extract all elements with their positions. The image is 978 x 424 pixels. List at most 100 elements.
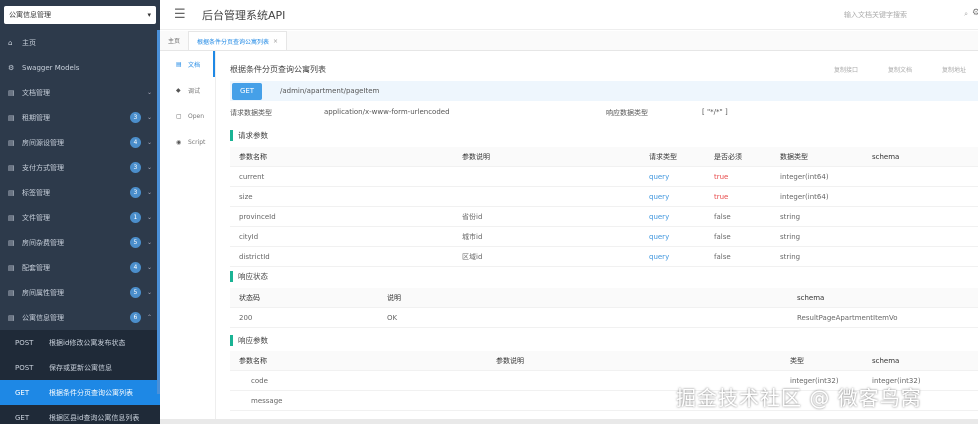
count-badge: 3 xyxy=(129,162,141,173)
sidebar-item[interactable]: ⌂ 主页 xyxy=(0,30,160,55)
section-bar xyxy=(230,130,233,141)
table-cell: false xyxy=(714,253,731,261)
chevron-icon[interactable]: ⌄ xyxy=(147,139,152,146)
sidebar-item[interactable]: ⚙ Swagger Models xyxy=(0,55,160,80)
chevron-icon[interactable]: ⌄ xyxy=(147,114,152,121)
table-row: current query true integer(int64) xyxy=(230,167,978,187)
doc-main: 根据条件分页查询公寓列表 复制接口 复制文档 复制地址 GET /admin/a… xyxy=(218,51,978,424)
subnav-item[interactable]: ▢ Open xyxy=(160,103,215,129)
table-cell: integer(int64) xyxy=(780,193,829,201)
subnav-label: 文档 xyxy=(188,61,201,69)
subnav-icon: ▤ xyxy=(176,60,182,68)
count-badge: 3 xyxy=(129,187,141,198)
count-badge: 5 xyxy=(129,237,141,248)
chevron-icon[interactable]: ⌃ xyxy=(147,314,152,321)
menu-item-icon: ▤ xyxy=(8,288,15,297)
submenu-list: POST 根据id修改公寓发布状态 POST 保存或更新公寓信息 GET 根据条件分页查询… xyxy=(0,330,160,424)
sidebar-item[interactable]: ▤ 租期管理 3 ⌄ xyxy=(0,105,160,130)
submenu-item[interactable]: POST 根据id修改公寓发布状态 xyxy=(0,330,160,355)
header-cell: schema xyxy=(797,294,825,302)
sidebar-item-label: 公寓信息管理 xyxy=(22,313,64,322)
chevron-icon[interactable]: ⌄ xyxy=(147,264,152,271)
table-cell: 省份id xyxy=(462,213,483,221)
count-badge: 4 xyxy=(129,137,141,148)
header-cell: 类型 xyxy=(790,357,804,365)
submenu-item[interactable]: GET 根据条件分页查询公寓列表 xyxy=(0,380,160,405)
settings-icon[interactable]: ⚙ xyxy=(972,8,978,18)
sidebar-item[interactable]: ▤ 房间源设管理 4 ⌄ xyxy=(0,130,160,155)
tab-home[interactable]: 主页 xyxy=(160,31,188,50)
sidebar-item-label: 房间源设管理 xyxy=(22,138,64,147)
copy-doc-button[interactable]: 复制文档 xyxy=(888,65,912,74)
subnav-label: Script xyxy=(188,138,206,146)
table-cell: 200 xyxy=(239,314,253,322)
table-cell: string xyxy=(780,213,801,221)
header-cell: 数据类型 xyxy=(780,153,808,161)
sidebar-item[interactable]: ▤ 房间属性管理 5 ⌄ xyxy=(0,280,160,305)
menu-item-icon: ▤ xyxy=(8,213,15,222)
copy-api-button[interactable]: 复制接口 xyxy=(834,65,858,74)
table-cell: true xyxy=(714,193,729,201)
sidebar-item-label: 文档管理 xyxy=(22,88,50,97)
search-input[interactable]: 输入文档关键字搜索 ⌕ xyxy=(844,6,968,23)
search-icon[interactable]: ⌕ xyxy=(964,10,968,19)
sidebar-item[interactable]: ▤ 公寓信息管理 6 ⌃ xyxy=(0,305,160,330)
method-badge[interactable]: GET xyxy=(232,82,262,100)
sidebar-item-label: Swagger Models xyxy=(22,63,80,72)
section-label: 响应参数 xyxy=(238,336,268,345)
chevron-icon[interactable]: ⌄ xyxy=(147,89,152,96)
sidebar-item-label: 主页 xyxy=(22,38,36,47)
sidebar-item[interactable]: ▤ 文档管理 ⌄ xyxy=(0,80,160,105)
subnav-item[interactable]: ▤ 文档 xyxy=(160,51,215,77)
sidebar-item[interactable]: ▤ 房间杂费管理 5 ⌄ xyxy=(0,230,160,255)
header-cell: schema xyxy=(872,153,900,161)
chevron-icon[interactable]: ⌄ xyxy=(147,164,152,171)
header-cell: schema xyxy=(872,357,900,365)
sidebar-item[interactable]: ▤ 标签管理 3 ⌄ xyxy=(0,180,160,205)
menu-item-icon: ▤ xyxy=(8,113,15,122)
table-cell: districtId xyxy=(239,253,270,261)
menu-item-icon: ⚙ xyxy=(8,63,15,72)
section-bar xyxy=(230,271,233,282)
http-method: POST xyxy=(15,338,34,347)
chevron-icon[interactable]: ⌄ xyxy=(147,239,152,246)
header-cell: 是否必须 xyxy=(714,153,742,161)
group-select-value: 公寓信息管理 xyxy=(9,11,51,19)
table-header-row: 参数名称 参数说明 请求类型 是否必须 数据类型 schema xyxy=(230,147,978,167)
table-cell: query xyxy=(649,253,670,261)
doc-title: 根据条件分页查询公寓列表 xyxy=(230,65,326,74)
count-badge: 3 xyxy=(129,112,141,123)
response-status-table: 状态码 说明 schema 200 OK ResultPageApartmentItemV… xyxy=(230,288,978,328)
submenu-item-label: 根据id修改公寓发布状态 xyxy=(49,338,126,347)
menu-toggle-icon[interactable]: ☰ xyxy=(174,7,194,22)
sidebar: 公寓信息管理 ▾ ⌂ 主页 ⚙ Swagger Models ▤ 文档管理 ⌄ ▤ 租期管理 3 ⌄… xyxy=(0,0,160,424)
subnav-item[interactable]: ◉ Script xyxy=(160,129,215,155)
section-label: 请求参数 xyxy=(238,131,268,140)
subnav-icon: ▢ xyxy=(176,112,182,120)
subnav-item[interactable]: ◆ 调试 xyxy=(160,77,215,103)
tab-apartment-list[interactable]: 根据条件分页查询公寓列表 × xyxy=(188,31,288,50)
copy-url-button[interactable]: 复制地址 xyxy=(942,65,966,74)
horizontal-scrollbar[interactable] xyxy=(160,419,978,424)
table-cell: query xyxy=(649,213,670,221)
table-row: size query true integer(int64) xyxy=(230,187,978,207)
group-select[interactable]: 公寓信息管理 ▾ xyxy=(4,6,156,24)
table-cell: 区域id xyxy=(462,253,483,261)
chevron-icon[interactable]: ⌄ xyxy=(147,289,152,296)
request-type-label: 请求数据类型 xyxy=(230,109,272,117)
app-title: 后台管理系统API xyxy=(202,8,286,22)
header-cell: 请求类型 xyxy=(649,153,677,161)
chevron-icon[interactable]: ⌄ xyxy=(147,189,152,196)
header-cell: 参数说明 xyxy=(462,153,490,161)
section-bar xyxy=(230,335,233,346)
sidebar-item[interactable]: ▤ 文件管理 1 ⌄ xyxy=(0,205,160,230)
sidebar-item[interactable]: ▤ 支付方式管理 3 ⌄ xyxy=(0,155,160,180)
sidebar-item[interactable]: ▤ 配套管理 4 ⌄ xyxy=(0,255,160,280)
chevron-icon[interactable]: ⌄ xyxy=(147,214,152,221)
submenu-item[interactable]: POST 保存或更新公寓信息 xyxy=(0,355,160,380)
close-icon[interactable]: × xyxy=(273,38,278,45)
http-method: GET xyxy=(15,388,30,397)
top-header: ☰ 后台管理系统API 输入文档关键字搜索 ⌕ ⚙ xyxy=(160,0,978,30)
submenu-item[interactable]: GET 根据区县id查询公寓信息列表 xyxy=(0,405,160,424)
url-bar: GET /admin/apartment/pageItem xyxy=(230,81,978,101)
